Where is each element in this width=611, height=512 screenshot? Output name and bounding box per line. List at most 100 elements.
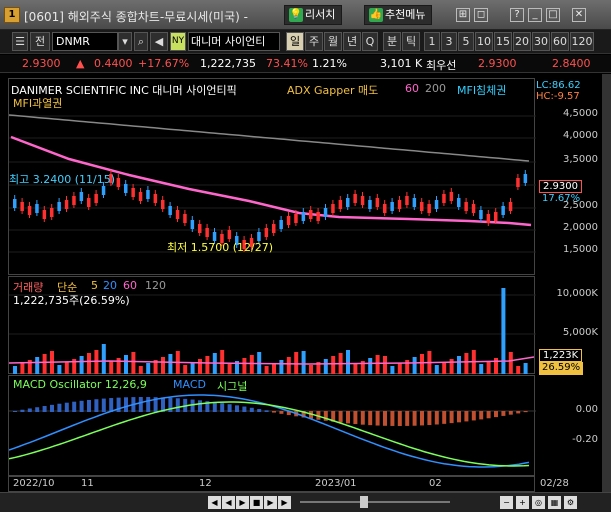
market-select[interactable]: 전 xyxy=(30,32,50,51)
volume-bar xyxy=(464,353,469,374)
macd-bar xyxy=(368,411,373,426)
period-week[interactable]: 주 xyxy=(305,32,323,51)
macd-bar xyxy=(87,399,91,412)
interval-60[interactable]: 60 xyxy=(551,32,569,51)
macd-bar xyxy=(42,406,47,412)
volume-panel[interactable]: 거래량 단순 5 20 60 120 1,222,735주(26.59%) xyxy=(8,276,536,374)
macd-bar xyxy=(434,411,439,425)
volume-ratio: 73.41% xyxy=(266,57,308,70)
macd-bar xyxy=(464,411,469,422)
close-icon[interactable]: ✕ xyxy=(572,8,586,22)
period-minute[interactable]: 분 xyxy=(383,32,401,51)
period-quarter[interactable]: Q xyxy=(362,32,378,51)
macd-bar xyxy=(50,404,54,412)
minimize-icon[interactable]: _ xyxy=(528,8,542,22)
reset-icon[interactable]: ◎ xyxy=(532,496,545,509)
grid-icon[interactable]: ▦ xyxy=(548,496,561,509)
interval-30[interactable]: 30 xyxy=(532,32,550,51)
macd-bar xyxy=(449,411,454,424)
volume-bar xyxy=(138,366,143,374)
interval-10[interactable]: 10 xyxy=(475,32,493,51)
window-icon[interactable]: ◻ xyxy=(474,8,488,22)
volume-bar xyxy=(220,350,225,374)
research-label: 리서치 xyxy=(305,8,336,21)
help-icon[interactable]: ? xyxy=(510,8,524,22)
macd-bar xyxy=(279,411,284,414)
symbol-dropdown-icon[interactable]: ▾ xyxy=(118,32,132,51)
research-button[interactable]: 💡 리서치 xyxy=(284,5,343,25)
period-day[interactable]: 일 xyxy=(286,32,304,51)
date-label: 11 xyxy=(81,478,94,489)
recommend-menu-button[interactable]: 👍 추천메뉴 xyxy=(364,5,433,25)
interval-1[interactable]: 1 xyxy=(424,32,440,51)
volume-bar xyxy=(227,364,232,374)
speaker-icon[interactable]: ◀ xyxy=(150,32,168,51)
macd-bar xyxy=(64,402,69,412)
macd-bar xyxy=(427,411,432,426)
play-icon[interactable]: ▶ xyxy=(236,496,249,509)
interval-120[interactable]: 120 xyxy=(570,32,594,51)
exchange-badge: NY xyxy=(170,32,186,51)
scroll-prev-icon[interactable]: ◀ xyxy=(222,496,235,509)
menu-icon[interactable]: ☰ xyxy=(12,32,28,51)
volume-bar xyxy=(486,361,491,374)
interval-20[interactable]: 20 xyxy=(513,32,531,51)
macd-bar xyxy=(457,411,461,423)
period-month[interactable]: 월 xyxy=(324,32,342,51)
macd-bar xyxy=(338,411,343,423)
period-year[interactable]: 년 xyxy=(343,32,361,51)
low-annotation: 최저 1.5700 (12/27) xyxy=(167,241,274,254)
volume-bar xyxy=(57,365,62,374)
settings-icon[interactable]: ⚙ xyxy=(564,496,577,509)
macd-bar xyxy=(109,398,114,412)
side-scrollbar[interactable] xyxy=(602,74,611,492)
volume-current-tag: 1,223K xyxy=(539,349,583,362)
hc-label: HC:-9.57 xyxy=(536,91,580,102)
macd-bar xyxy=(412,411,417,426)
current-price-tag: 2.9300 xyxy=(539,180,582,193)
interval-5[interactable]: 5 xyxy=(458,32,474,51)
price-panel[interactable]: DANIMER SCIENTIFIC INC 대니머 사이언티픽 ADX Gap… xyxy=(8,78,536,275)
interval-15[interactable]: 15 xyxy=(494,32,512,51)
volume-bar xyxy=(79,356,84,374)
price-tick: 4,5000 xyxy=(563,108,598,119)
macd-panel[interactable]: MACD Oscillator 12,26,9 MACD 시그널 xyxy=(8,375,536,476)
macd-tick: 0.00 xyxy=(575,404,598,415)
turnover-ratio: 1.21% xyxy=(312,57,347,70)
high-annotation: 최고 3.2400 (11/15) xyxy=(9,173,116,186)
scroll-last-icon[interactable]: ▶ xyxy=(278,496,291,509)
volume-bar xyxy=(101,344,106,374)
volume-bar xyxy=(494,358,498,374)
quote-bar: 2.9300 ▲ 0.4400 +17.67% 1,222,735 73.41%… xyxy=(0,55,611,73)
macd-bar xyxy=(79,400,84,412)
zoom-in-icon[interactable]: + xyxy=(516,496,529,509)
zoom-slider[interactable] xyxy=(300,501,450,503)
stop-icon[interactable]: ■ xyxy=(250,496,263,509)
macd-bar xyxy=(235,405,239,412)
macd-bar xyxy=(57,403,62,412)
volume-bar xyxy=(331,356,336,374)
layout-icon[interactable]: ⊞ xyxy=(456,8,470,22)
maximize-icon[interactable]: □ xyxy=(546,8,560,22)
vol-ma60: 60 xyxy=(123,279,137,292)
volume-bar xyxy=(294,352,299,374)
vol-ma120: 120 xyxy=(145,279,166,292)
scroll-next-icon[interactable]: ▶ xyxy=(264,496,277,509)
zoom-out-icon[interactable]: − xyxy=(500,496,513,509)
zoom-slider-handle[interactable] xyxy=(360,496,368,508)
search-icon[interactable]: ⌕ xyxy=(134,32,148,51)
scroll-first-icon[interactable]: ◀ xyxy=(208,496,221,509)
date-label: 12 xyxy=(199,478,212,489)
symbol-input[interactable]: DNMR xyxy=(52,32,118,51)
volume-tick: 10,000K xyxy=(556,288,598,299)
last-date-label: 02/28 xyxy=(540,478,569,489)
volume-bar xyxy=(405,360,410,374)
macd-bar xyxy=(375,411,380,426)
interval-3[interactable]: 3 xyxy=(441,32,457,51)
macd-bar xyxy=(72,401,77,412)
volume-text: 1,222,735주(26.59%) xyxy=(13,294,130,307)
period-tick[interactable]: 틱 xyxy=(402,32,420,51)
volume-bar xyxy=(116,358,121,374)
volume-bar xyxy=(346,350,350,374)
volume-bar xyxy=(442,362,447,374)
